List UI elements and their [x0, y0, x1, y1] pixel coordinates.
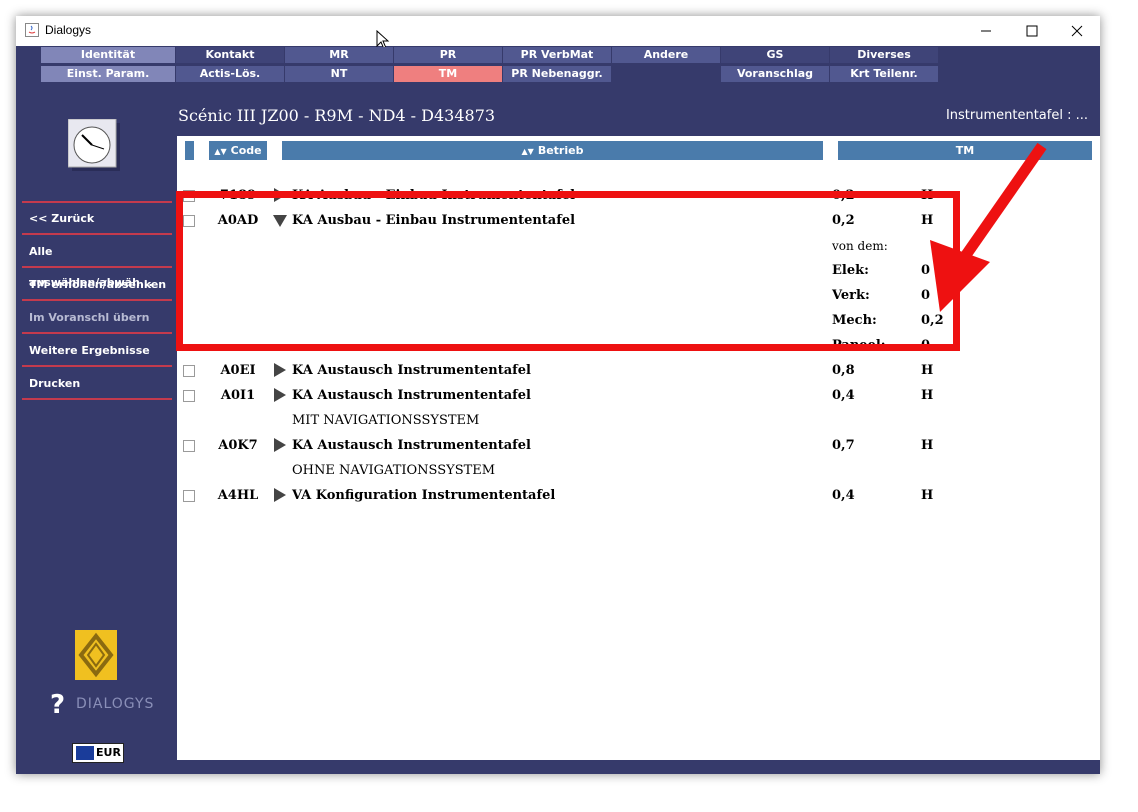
vehicle-title: Scénic III JZ00 - R9M - ND4 - D434873 [178, 106, 496, 125]
header-betrieb-label: Betrieb [537, 144, 584, 157]
row-tm-value: 0,7 [832, 438, 855, 453]
tab-gs[interactable]: GS [721, 47, 829, 63]
header-tm-label: TM [955, 144, 975, 157]
row-checkbox[interactable] [183, 490, 195, 502]
tab-mr[interactable]: MR [285, 47, 393, 63]
close-button[interactable] [1054, 16, 1100, 46]
table-row[interactable]: A0EI KA Austausch Instrumententafel 0,8 … [177, 359, 1100, 384]
row-checkbox[interactable] [183, 440, 195, 452]
expand-arrow-icon[interactable] [273, 438, 287, 452]
currency-badge[interactable]: EUR [72, 743, 124, 763]
sort-icon: ▲▼ [521, 147, 534, 156]
tab-einst-param[interactable]: Einst. Param. [41, 66, 175, 82]
tab-tm[interactable]: TM [394, 66, 502, 82]
row-tm-unit: H [921, 363, 934, 378]
dialogys-question-icon: ? [50, 690, 66, 720]
gauge-icon [67, 118, 122, 178]
row-tm-unit: H [921, 488, 934, 503]
maximize-icon [1026, 25, 1038, 37]
highlight-box [176, 191, 960, 351]
eu-flag-icon [76, 746, 94, 760]
row-tm-unit: H [921, 388, 934, 403]
table-row[interactable]: A0K7 KA Austausch Instrumententafel 0,7 … [177, 434, 1100, 459]
tab-actis-los[interactable]: Actis-Lös. [176, 66, 284, 82]
row-description: VA Konfiguration Instrumententafel [292, 488, 556, 503]
tab-voranschlag[interactable]: Voranschlag [721, 66, 829, 82]
table-row[interactable]: A0I1 KA Austausch Instrumententafel 0,4 … [177, 384, 1100, 409]
maximize-button[interactable] [1009, 16, 1055, 46]
row-note: MIT NAVIGATIONSSYSTEM [177, 409, 1100, 434]
row-code: A0I1 [220, 388, 256, 403]
row-note: OHNE NAVIGATIONSSYSTEM [177, 459, 1100, 484]
row-note-text: MIT NAVIGATIONSSYSTEM [292, 413, 480, 428]
row-tm-value: 0,8 [832, 363, 855, 378]
expand-arrow-icon[interactable] [273, 488, 287, 502]
row-description: KA Austausch Instrumententafel [292, 438, 531, 453]
tab-nt[interactable]: NT [285, 66, 393, 82]
window-title: Dialogys [45, 23, 92, 37]
tab-pr[interactable]: PR [394, 47, 502, 63]
header-tm[interactable]: TM [838, 141, 1092, 160]
row-code: A0K7 [218, 438, 258, 453]
tab-krt-teilenr[interactable]: Krt Teilenr. [830, 66, 938, 82]
header-select-column[interactable] [185, 141, 194, 160]
back-button[interactable]: << Zurück [22, 203, 172, 235]
row-description: KA Austausch Instrumententafel [292, 388, 531, 403]
row-checkbox[interactable] [183, 365, 195, 377]
expand-arrow-icon[interactable] [273, 388, 287, 402]
section-title: Instrumententafel : ... [945, 108, 1088, 123]
add-to-estimate-button[interactable]: Im Voranschl übern [22, 302, 172, 334]
row-tm-unit: H [921, 438, 934, 453]
tab-pr-verbmat[interactable]: PR VerbMat [503, 47, 611, 63]
tm-adjust-button[interactable]: TM erhöhen/absenken [22, 269, 172, 301]
row-description: KA Austausch Instrumententafel [292, 363, 531, 378]
header-betrieb[interactable]: ▲▼ Betrieb [282, 141, 823, 160]
row-code: A0EI [220, 363, 256, 378]
sort-icon: ▲▼ [214, 147, 227, 156]
tab-kontakt[interactable]: Kontakt [176, 47, 284, 63]
tab-andere[interactable]: Andere [612, 47, 720, 63]
row-code: A4HL [217, 488, 259, 503]
dialogys-window: Dialogys Identität Kontakt MR PR PR Verb… [16, 16, 1100, 774]
header-code-label: Code [230, 144, 262, 157]
print-button[interactable]: Drucken [22, 368, 172, 400]
expand-arrow-icon[interactable] [273, 363, 287, 377]
tab-pr-nebenaggr[interactable]: PR Nebenaggr. [503, 66, 611, 82]
tab-identitat[interactable]: Identität [41, 47, 175, 63]
more-results-button[interactable]: Weitere Ergebnisse [22, 335, 172, 367]
select-all-button[interactable]: Alle auswählen/abwäh... [22, 236, 172, 289]
row-note-text: OHNE NAVIGATIONSSYSTEM [292, 463, 496, 478]
row-checkbox[interactable] [183, 390, 195, 402]
title-bar: Dialogys [16, 16, 1100, 50]
java-app-icon [25, 23, 39, 37]
dialogys-brand: DIALOGYS [76, 696, 155, 712]
minimize-button[interactable] [963, 16, 1009, 46]
close-icon [1071, 25, 1083, 37]
tab-diverses[interactable]: Diverses [830, 47, 938, 63]
renault-logo [75, 630, 117, 680]
minimize-icon [981, 30, 991, 32]
row-tm-value: 0,4 [832, 488, 855, 503]
row-tm-value: 0,4 [832, 388, 855, 403]
currency-label: EUR [96, 746, 121, 759]
header-code[interactable]: ▲▼ Code [209, 141, 267, 160]
table-row[interactable]: A4HL VA Konfiguration Instrumententafel … [177, 484, 1100, 509]
